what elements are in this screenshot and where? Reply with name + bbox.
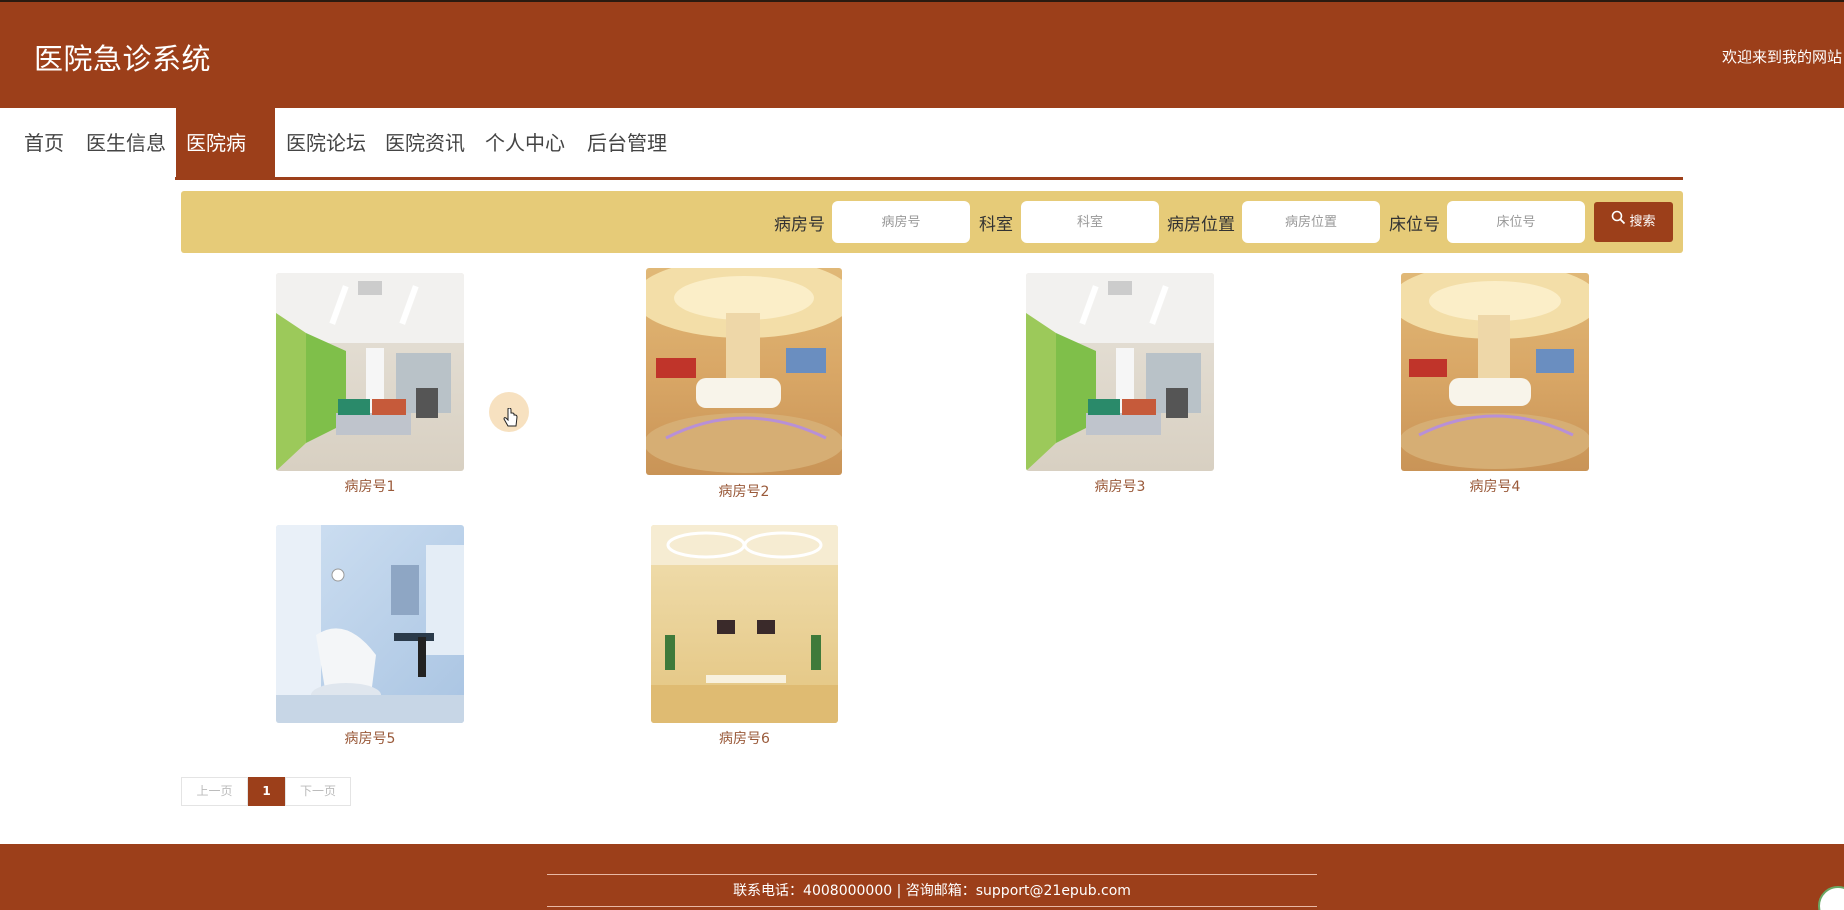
room-photo[interactable] [276,273,464,471]
nav-item-home[interactable]: 首页 [14,108,74,179]
next-page-button[interactable]: 下一页 [285,777,351,806]
footer-divider [547,874,1317,875]
room-card[interactable]: 病房号6 [651,525,838,750]
nav-item-doctors[interactable]: 医生信息 [76,108,176,179]
site-header: 医院急诊系统 欢迎来到我的网站 [0,0,1844,108]
room-card[interactable]: 病房号4 [1401,273,1589,498]
footer-divider [547,906,1317,907]
search-button[interactable]: 搜索 [1594,202,1673,242]
room-photo[interactable] [646,268,842,475]
department-input[interactable] [1021,201,1159,243]
room-caption[interactable]: 病房号4 [1401,476,1589,496]
room-photo[interactable] [651,525,838,723]
room-caption[interactable]: 病房号5 [276,728,464,748]
department-label: 科室 [979,215,1013,235]
room-photo[interactable] [1401,273,1589,471]
room-no-input[interactable] [832,201,970,243]
main-nav: 首页 医生信息 医院病房 医院论坛 医院资讯 个人中心 后台管理 [0,108,1844,226]
nav-item-news[interactable]: 医院资讯 [375,108,475,179]
site-title[interactable]: 医院急诊系统 [34,36,211,78]
prev-page-button[interactable]: 上一页 [181,777,248,806]
search-icon [1611,202,1626,242]
room-caption[interactable]: 病房号3 [1026,476,1214,496]
room-photo[interactable] [1026,273,1214,471]
nav-item-wards[interactable]: 医院病房 [176,108,275,226]
nav-item-admin[interactable]: 后台管理 [577,108,677,179]
room-caption[interactable]: 病房号6 [651,728,838,748]
bed-no-label: 床位号 [1389,215,1440,235]
welcome-text: 欢迎来到我的网站 [1721,48,1842,66]
room-caption[interactable]: 病房号1 [276,476,464,496]
site-footer: 联系电话：4008000000 | 咨询邮箱：support@21epub.co… [0,844,1844,910]
nav-item-profile[interactable]: 个人中心 [475,108,575,179]
footer-contact: 联系电话：4008000000 | 咨询邮箱：support@21epub.co… [733,883,1131,899]
room-card[interactable]: 病房号5 [276,525,464,750]
room-card[interactable]: 病房号2 [646,268,842,501]
nav-item-forum[interactable]: 医院论坛 [276,108,376,179]
room-card[interactable]: 病房号3 [1026,273,1214,498]
room-location-label: 病房位置 [1167,215,1235,235]
room-location-input[interactable] [1242,201,1380,243]
search-bar: 病房号 科室 病房位置 床位号 搜索 [181,191,1683,253]
hand-cursor-icon [502,407,520,434]
room-caption[interactable]: 病房号2 [646,481,842,501]
room-card[interactable]: 病房号1 [276,273,464,498]
room-no-label: 病房号 [774,215,825,235]
bed-no-input[interactable] [1447,201,1585,243]
nav-underline [175,177,1683,180]
room-photo[interactable] [276,525,464,723]
search-button-label: 搜索 [1629,214,1656,230]
page-number-current[interactable]: 1 [248,777,285,806]
